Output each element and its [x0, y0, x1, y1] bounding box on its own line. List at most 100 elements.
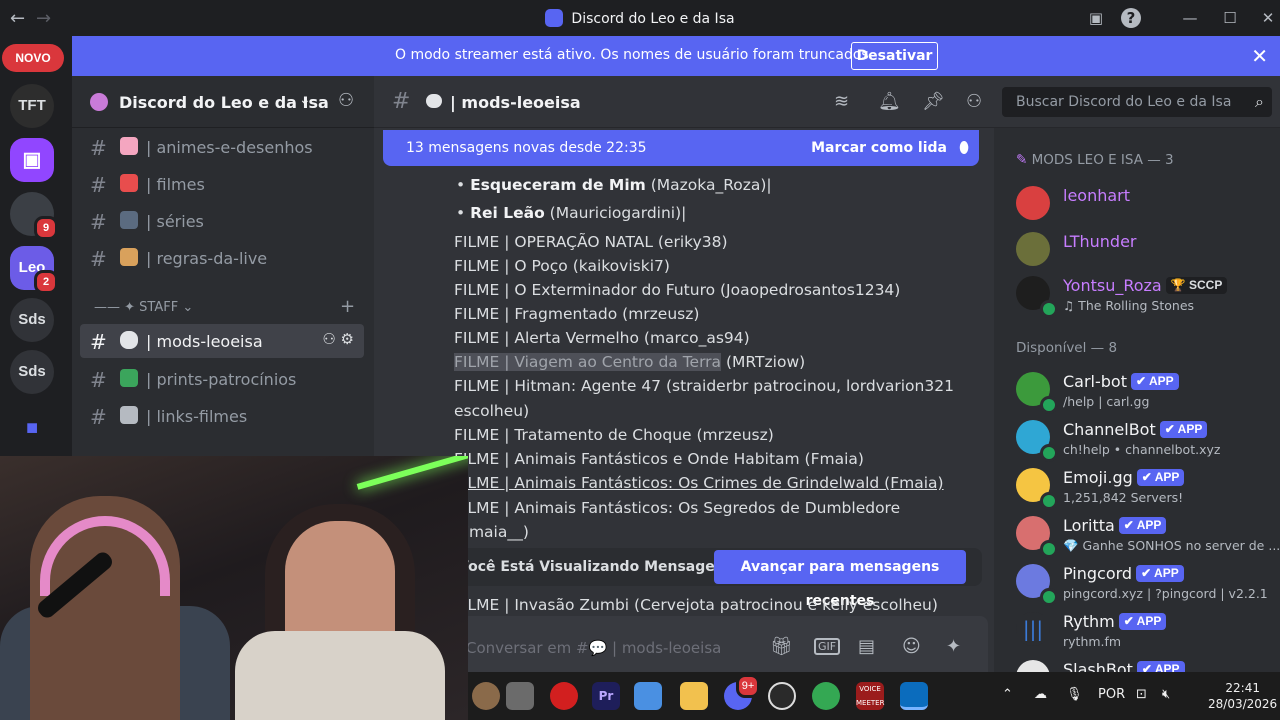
chrome-icon[interactable] — [812, 682, 840, 710]
category-staff[interactable]: —— ✦ STAFF ⌄ — [94, 300, 193, 315]
banner-message: O modo streamer está ativo. Os nomes de … — [395, 47, 874, 63]
network-icon[interactable]: ⊡ — [1136, 687, 1147, 702]
channel-prints-patrocinios[interactable]: # | prints-patrocínios — [80, 362, 364, 396]
member-carl-bot[interactable]: Carl-bot ✔ APP /help | carl.gg — [1016, 370, 1276, 414]
microphone-icon[interactable]: 🎙︎ — [1066, 687, 1083, 702]
selected-text: FILME | Viagem ao Centro da Terra — [454, 353, 722, 371]
maximize-icon[interactable]: ☐ — [1218, 6, 1242, 30]
message-line: FILME | Animais Fantásticos e Onde Habit… — [454, 450, 864, 468]
online-status-icon — [1040, 540, 1058, 558]
member-emoji-gg[interactable]: Emoji.gg ✔ APP 1,251,842 Servers! — [1016, 466, 1276, 510]
inbox-icon[interactable]: ▣ — [1084, 6, 1108, 30]
message-line: FILME | O Exterminador do Futuro (Joaope… — [454, 281, 901, 299]
channel-mods-leoeisa[interactable]: # | mods-leoeisa ⚇ ⚙ — [80, 324, 364, 358]
member-list-icon[interactable]: ⚇ — [966, 91, 982, 112]
channel-settings-icons[interactable]: ⚇ ⚙ — [322, 330, 354, 348]
gif-icon[interactable]: GIF — [814, 638, 841, 655]
server-sds[interactable]: Sds — [10, 298, 54, 342]
app-badge: ✔ APP — [1136, 469, 1185, 486]
channel-title: | mods-leoeisa — [450, 93, 581, 112]
avatar — [1016, 186, 1050, 220]
notification-bell-icon[interactable]: 🔔︎ — [878, 91, 901, 112]
copilot-icon[interactable] — [634, 682, 662, 710]
input-language[interactable]: POR — [1098, 687, 1125, 702]
guild-header[interactable]: Discord do Leo e da Isa ⌄ ⚇ — [72, 76, 374, 128]
server-twitch[interactable]: ▣ — [10, 138, 54, 182]
novo-badge[interactable]: NOVO — [2, 44, 64, 72]
speaker-muted-icon[interactable]: 🔇︎ — [1162, 687, 1170, 702]
banner-close-icon[interactable]: ✕ — [1251, 44, 1268, 68]
server-leo[interactable]: Leo 2 — [10, 246, 58, 294]
emoji-icon[interactable]: ☺ — [902, 636, 921, 657]
member-group-header: ✎ MODS LEO E ISA — 3 — [1016, 152, 1174, 168]
clapper-emoji-icon — [120, 211, 138, 229]
opera-icon[interactable] — [550, 682, 578, 710]
invite-people-icon[interactable]: ⚇ — [338, 90, 354, 111]
clock[interactable]: 22:41 28/03/2026 — [1208, 680, 1278, 712]
voicemeeter-icon[interactable]: VOICE MEETER — [856, 682, 884, 710]
message-line: FILME | Viagem ao Centro da Terra (MRTzi… — [454, 353, 806, 371]
mention-badge: 9 — [34, 216, 58, 240]
tray-chevron-up-icon[interactable]: ⌃ — [1002, 687, 1013, 702]
clock-date: 28/03/2026 — [1208, 697, 1278, 711]
search-input[interactable] — [1002, 87, 1242, 117]
search-icon[interactable]: ⌕ — [1255, 92, 1264, 112]
channel-filmes[interactable]: # | filmes — [80, 167, 364, 201]
channel-series[interactable]: # | séries — [80, 204, 364, 238]
sticker-icon[interactable]: ▤ — [858, 636, 875, 657]
guild-tag: 🏆 SCCP — [1165, 277, 1228, 294]
help-icon[interactable]: ? — [1121, 8, 1141, 28]
hash-icon: # — [90, 136, 107, 160]
message-input[interactable] — [458, 616, 758, 680]
task-view-icon[interactable] — [506, 682, 534, 710]
search-box: ⌕ — [1002, 87, 1272, 117]
add-channel-icon[interactable]: + — [340, 296, 355, 317]
member-group-header: Disponível — 8 — [1016, 340, 1118, 356]
obs-icon[interactable] — [768, 682, 796, 710]
member-channelbot[interactable]: ChannelBot ✔ APP ch!help • channelbot.xyz — [1016, 418, 1276, 462]
hash-icon: # — [392, 89, 411, 114]
pin-icon[interactable]: 📌︎ — [922, 91, 945, 112]
hash-icon: # — [90, 173, 107, 197]
member-yontsu-roza[interactable]: Yontsu_Roza 🏆 SCCP ♫ The Rolling Stones — [1016, 274, 1276, 318]
title-bar: ← → Discord do Leo e da Isa ▣ ? — ☐ ✕ — [0, 0, 1280, 36]
jump-to-present-button[interactable]: Avançar para mensagens recentes — [714, 550, 966, 609]
online-status-icon — [1040, 300, 1058, 318]
channel-name: | links-filmes — [146, 407, 248, 426]
gift-icon[interactable]: 🎁︎ — [770, 636, 793, 657]
threads-icon[interactable]: ≋ — [834, 91, 849, 112]
close-window-icon[interactable]: ✕ — [1256, 6, 1280, 30]
file-explorer-icon[interactable] — [680, 682, 708, 710]
server-sds-2[interactable]: Sds — [10, 350, 54, 394]
cloud-icon[interactable]: ☁ — [1034, 687, 1047, 702]
member-lthunder[interactable]: LThunder — [1016, 230, 1276, 274]
member-leonhart[interactable]: leonhart — [1016, 184, 1276, 228]
minimize-icon[interactable]: — — [1178, 6, 1202, 30]
server-tft[interactable]: TFT — [10, 84, 54, 128]
folder-icon[interactable]: ■ — [10, 406, 54, 450]
mark-as-read-button[interactable]: Marcar como lida — [811, 140, 947, 156]
notepad-icon[interactable] — [900, 682, 928, 710]
channel-regras-da-live[interactable]: # | regras-da-live — [80, 241, 364, 275]
taskbar-app-icon[interactable] — [472, 682, 500, 710]
deactivate-button[interactable]: Desativar — [851, 42, 938, 70]
message-bullet: • Esqueceram de Mim (Mazoka_Roza)| — [456, 176, 772, 194]
apps-icon[interactable]: ✦ — [946, 636, 961, 657]
channel-animes-e-desenhos[interactable]: # | animes-e-desenhos — [80, 130, 364, 164]
hash-icon: # — [90, 330, 107, 354]
premiere-icon[interactable]: Pr — [592, 682, 620, 710]
app-badge: ✔ APP — [1131, 373, 1179, 390]
member-rythm[interactable]: ||| Rythm ✔ APP rythm.fm — [1016, 610, 1276, 654]
server-3[interactable]: 9 — [10, 192, 58, 240]
online-status-icon — [1040, 492, 1058, 510]
app-badge: ✔ APP — [1159, 421, 1208, 438]
member-loritta[interactable]: Loritta ✔ APP 💎 Ganhe SONHOS no server de… — [1016, 514, 1280, 558]
new-messages-bar[interactable]: 13 mensagens novas desde 22:35 Marcar co… — [383, 130, 979, 166]
guild-name: Discord do Leo e da Isa — [119, 93, 329, 112]
palette-emoji-icon — [120, 137, 138, 155]
channel-links-filmes[interactable]: # | links-filmes — [80, 399, 364, 433]
member-pingcord[interactable]: Pingcord ✔ APP pingcord.xyz | ?pingcord |… — [1016, 562, 1276, 606]
discord-taskbar-icon[interactable]: 9+ — [724, 674, 760, 710]
channel-name: | regras-da-live — [146, 249, 268, 268]
rythm-logo-icon: ||| — [1016, 612, 1050, 646]
